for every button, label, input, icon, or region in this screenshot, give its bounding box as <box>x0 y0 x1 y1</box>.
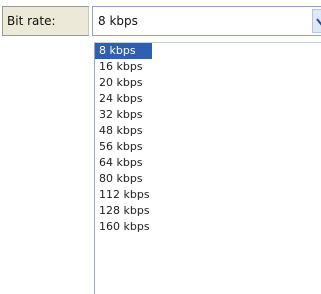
list-item-64-kbps[interactable]: 64 kbps <box>95 155 321 171</box>
bit-rate-label: Bit rate: <box>2 6 89 36</box>
selected-bit-rate-value: 8 kbps <box>98 14 138 28</box>
list-item-8-kbps[interactable]: 8 kbps <box>95 43 152 59</box>
bit-rate-select[interactable]: 8 kbps <box>92 6 321 36</box>
list-item-160-kbps[interactable]: 160 kbps <box>95 219 321 235</box>
dropdown-arrow-button[interactable] <box>312 9 321 33</box>
list-item-32-kbps[interactable]: 32 kbps <box>95 107 321 123</box>
list-item-112-kbps[interactable]: 112 kbps <box>95 187 321 203</box>
list-item-128-kbps[interactable]: 128 kbps <box>95 203 321 219</box>
list-item-24-kbps[interactable]: 24 kbps <box>95 91 321 107</box>
list-item-20-kbps[interactable]: 20 kbps <box>95 75 321 91</box>
list-item-48-kbps[interactable]: 48 kbps <box>95 123 321 139</box>
bit-rate-options-list[interactable]: 8 kbps 16 kbps 20 kbps 24 kbps 32 kbps 4… <box>94 42 321 294</box>
chevron-down-icon <box>316 18 321 26</box>
list-item-16-kbps[interactable]: 16 kbps <box>95 59 321 75</box>
list-item-80-kbps[interactable]: 80 kbps <box>95 171 321 187</box>
list-item-56-kbps[interactable]: 56 kbps <box>95 139 321 155</box>
